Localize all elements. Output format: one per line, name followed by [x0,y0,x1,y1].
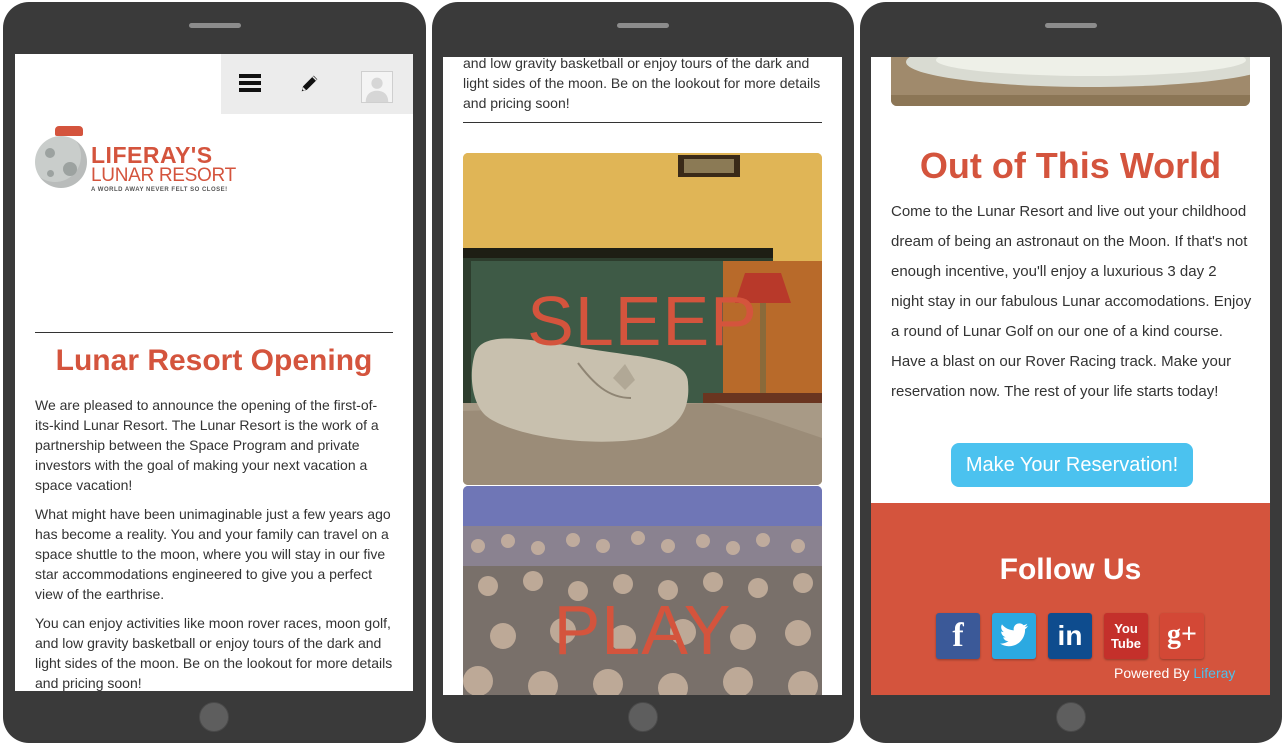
play-image[interactable]: PLAY [463,486,822,695]
facebook-icon[interactable]: f [936,613,980,659]
screen-left: LIFERAY'S LUNAR RESORT A WORLD AWAY NEVE… [15,54,413,691]
speaker-slot [617,23,669,28]
screen-middle: and low gravity basketball or enjoy tour… [443,57,842,695]
section-title: Out of This World [919,145,1222,186]
make-reservation-button[interactable]: Make Your Reservation! [951,443,1193,487]
powered-by: Powered By Liferay [1114,665,1235,681]
speaker-slot [1045,23,1097,28]
pencil-icon[interactable] [299,72,321,94]
logo-name: LIFERAY'S [91,142,213,168]
resort-logo[interactable]: LIFERAY'S LUNAR RESORT A WORLD AWAY NEVE… [35,124,275,196]
divider [35,332,393,333]
follow-heading: Follow Us [999,553,1142,586]
moon-graphic [35,136,87,188]
speaker-slot [189,23,241,28]
linkedin-icon[interactable]: in [1048,613,1092,659]
paragraph-reality: What might have been unimaginable just a… [35,506,391,602]
powered-by-label: Powered By [1114,665,1190,681]
section-body: Come to the Lunar Resort and live out yo… [891,203,1252,400]
paragraph-activities: You can enjoy activities like moon rover… [35,615,393,691]
control-bar [221,54,413,114]
youtube-icon[interactable]: You Tube [1104,613,1148,659]
user-avatar[interactable] [361,71,393,103]
play-label: PLAY [553,591,732,669]
home-button[interactable] [628,702,658,732]
divider [463,122,822,123]
home-button[interactable] [1056,702,1086,732]
sleep-label: SLEEP [527,282,758,360]
logo-subtitle: LUNAR RESORT [91,165,236,186]
paragraph-activities-tail: and low gravity basketball or enjoy tour… [463,57,821,111]
screen-right: Out of This World Come to the Lunar Reso… [871,57,1270,695]
phone-left: LIFERAY'S LUNAR RESORT A WORLD AWAY NEVE… [3,2,426,743]
twitter-icon[interactable] [992,613,1036,659]
footer: Follow Us f in You Tube g+ Powered By Li… [871,503,1270,695]
home-button[interactable] [199,702,229,732]
rover-graphic [55,126,83,136]
page-title: Lunar Resort Opening [55,344,373,377]
menu-icon[interactable] [239,74,261,92]
dining-photo [891,57,1250,106]
google-plus-icon[interactable]: g+ [1160,613,1204,659]
liferay-link[interactable]: Liferay [1193,665,1235,681]
logo-tagline: A WORLD AWAY NEVER FELT SO CLOSE! [91,187,228,193]
paragraph-intro: We are pleased to announce the opening o… [35,397,379,493]
phone-middle: and low gravity basketball or enjoy tour… [432,2,854,743]
sleep-image[interactable]: SLEEP [463,153,822,485]
phone-right: Out of This World Come to the Lunar Reso… [860,2,1282,743]
